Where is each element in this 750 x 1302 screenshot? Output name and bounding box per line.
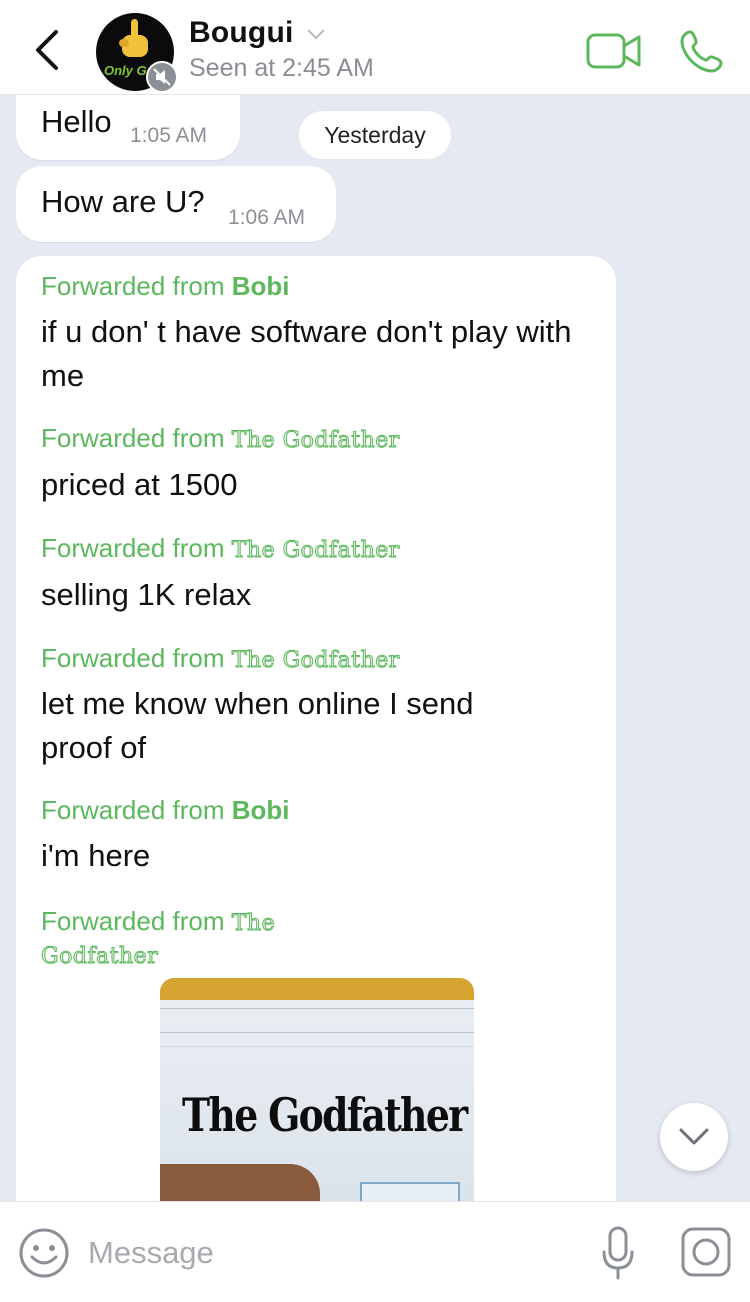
forwarded-sender[interactable]: Bobi — [232, 271, 290, 301]
message-bubble[interactable]: How are U? 1:06 AM — [16, 166, 336, 242]
forwarded-prefix: Forwarded from — [41, 906, 232, 936]
phone-icon[interactable] — [680, 28, 726, 74]
forwarded-sender[interactable]: Bobi — [232, 795, 290, 825]
forwarded-header: Forwarded from Bobi — [41, 271, 290, 302]
message-text: Hello — [41, 104, 112, 139]
message-bubble[interactable]: Hello 1:05 AM — [16, 94, 240, 160]
message-composer — [0, 1201, 750, 1302]
contact-name[interactable]: Bougui — [189, 16, 294, 50]
message-input[interactable] — [86, 1226, 570, 1280]
forwarded-text: i'm here — [41, 838, 151, 873]
forwarded-sender[interactable]: The Godfather — [231, 538, 400, 564]
forwarded-header: Forwarded from The Godfather — [41, 533, 400, 564]
date-separator: Yesterday — [299, 111, 451, 159]
forwarded-sender[interactable]: The — [231, 911, 275, 937]
scroll-to-bottom-button[interactable] — [660, 1103, 728, 1171]
forwarded-text: let me know when online I send proof of — [41, 686, 474, 765]
forwarded-sender[interactable]: The Godfather — [231, 428, 400, 454]
pointing-hand-icon — [119, 19, 148, 57]
forwarded-prefix: Forwarded from — [41, 423, 232, 453]
photo-box — [360, 1182, 460, 1201]
forwarded-photo[interactable]: The Godfather — [160, 978, 474, 1201]
forwarded-text: selling 1K relax — [41, 577, 252, 612]
photo-caption: The Godfather — [182, 1088, 468, 1142]
muted-speaker-icon — [146, 61, 178, 93]
chat-area[interactable]: Hello 1:05 AM Yesterday How are U? 1:06 … — [0, 94, 750, 1201]
forwarded-text: priced at 1500 — [41, 467, 238, 502]
chat-header: Only G Bougui Seen at 2:45 AM — [0, 0, 750, 95]
forwarded-prefix: Forwarded from — [41, 643, 232, 673]
forwarded-sender[interactable]: Godfather — [40, 944, 158, 970]
video-camera-icon[interactable] — [585, 30, 643, 72]
chevron-left-icon[interactable] — [30, 28, 64, 72]
photo-hand — [160, 1164, 320, 1201]
forwarded-header: Forwarded from The Godfather — [41, 643, 400, 674]
last-seen-status: Seen at 2:45 AM — [189, 54, 374, 82]
message-time: 1:06 AM — [228, 206, 306, 229]
forwarded-prefix: Forwarded from — [41, 795, 232, 825]
photo-frame — [160, 978, 474, 1000]
forwarded-prefix: Forwarded from — [41, 533, 232, 563]
forwarded-header: Forwarded from Bobi — [41, 795, 290, 826]
camera-icon[interactable] — [680, 1226, 732, 1278]
forwarded-sender[interactable]: The Godfather — [231, 648, 400, 674]
avatar-label: Only G — [104, 63, 147, 78]
forwarded-header: Forwarded from The Godfather — [41, 423, 400, 454]
forwarded-prefix: Forwarded from — [41, 271, 232, 301]
chevron-down-icon — [679, 1128, 709, 1145]
smiley-icon[interactable] — [18, 1227, 70, 1279]
microphone-icon[interactable] — [600, 1224, 636, 1282]
message-text: How are U? — [41, 184, 205, 219]
chevron-down-icon[interactable] — [306, 28, 326, 42]
message-time: 1:05 AM — [130, 124, 208, 147]
forwarded-text: if u don' t have software don't play wit… — [41, 314, 572, 393]
forwarded-header-continued: Godfather — [40, 939, 158, 970]
forwarded-header: Forwarded from The — [41, 906, 275, 937]
